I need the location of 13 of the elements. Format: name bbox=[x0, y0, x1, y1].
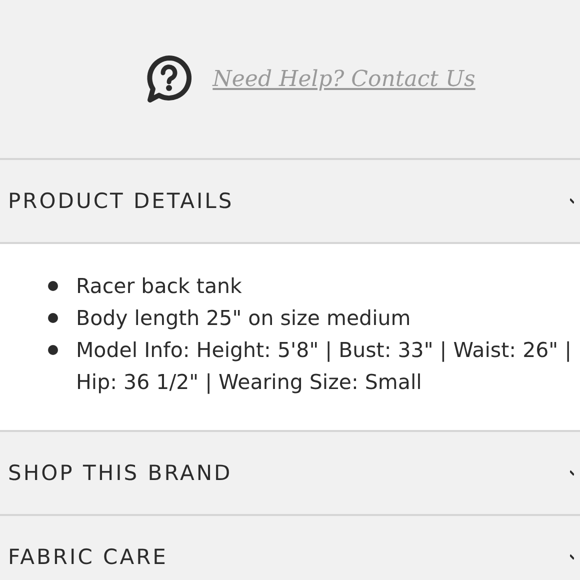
help-icon bbox=[144, 54, 193, 104]
caret-icon bbox=[570, 196, 574, 206]
detail-text: Racer back tank bbox=[76, 274, 242, 298]
bullet-icon bbox=[48, 313, 58, 323]
bullet-icon bbox=[48, 281, 58, 291]
section-header[interactable]: SHOP THIS BRAND bbox=[0, 432, 580, 514]
bullet-icon bbox=[48, 345, 58, 355]
caret-icon bbox=[570, 552, 574, 562]
detail-text: Model Info: Height: 5'8" | Bust: 33" | Waist: 26" | Hip: 36 1/2" | Wearing Size: Small bbox=[76, 338, 572, 394]
detail-text: Body length 25" on size medium bbox=[76, 306, 411, 330]
caret-icon bbox=[570, 468, 574, 478]
section-header[interactable]: FABRIC CARE bbox=[0, 516, 580, 580]
section-header[interactable]: PRODUCT DETAILS bbox=[0, 160, 580, 242]
